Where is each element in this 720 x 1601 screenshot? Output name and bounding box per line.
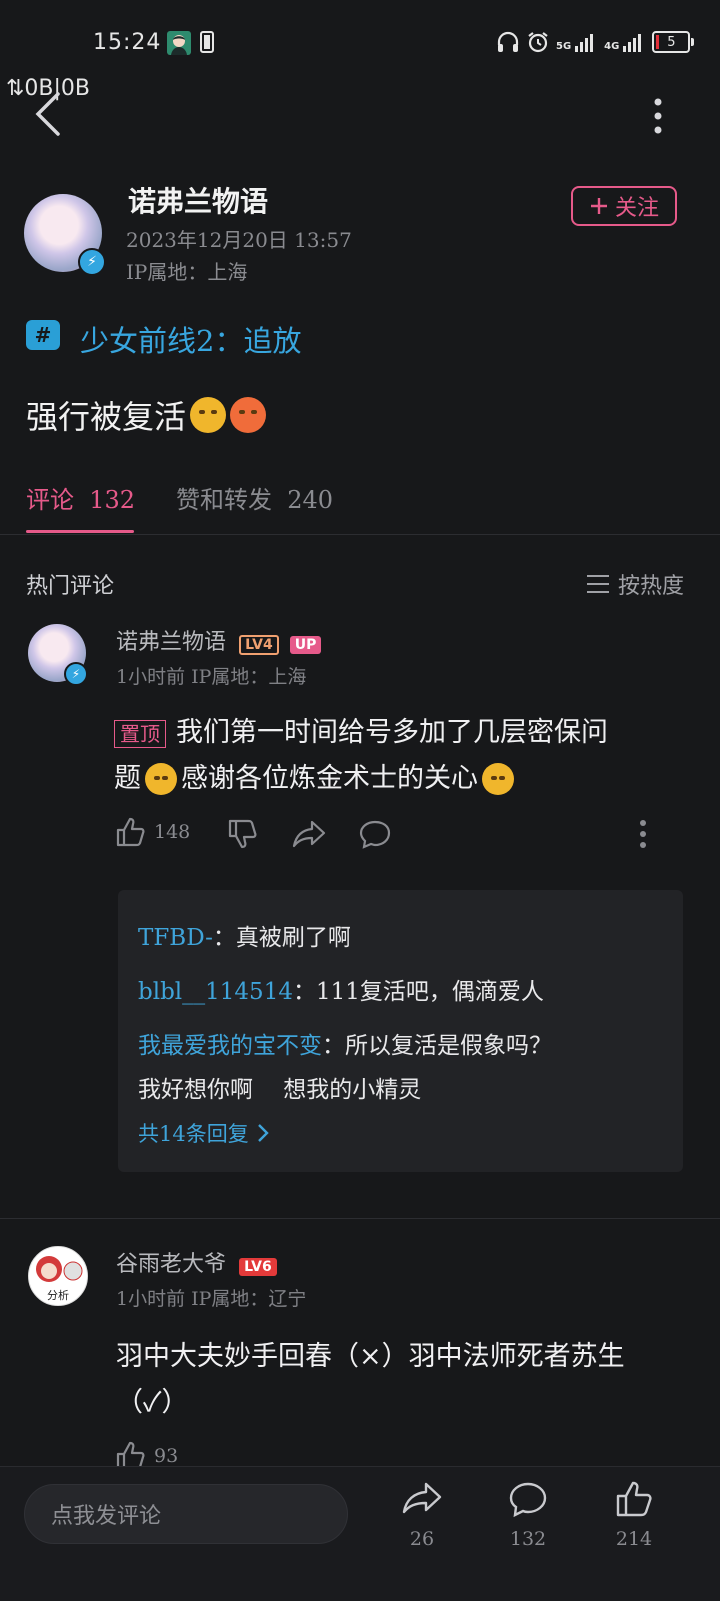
comment-more-button[interactable] bbox=[636, 818, 650, 850]
like-post-button[interactable]: 214 bbox=[594, 1480, 674, 1550]
status-app-avatar-icon bbox=[167, 31, 191, 55]
share-icon bbox=[402, 1482, 442, 1514]
comment-text: 置顶 我们第一时间给号多加了几层密保问 题 感谢各位炼金术士的关心 bbox=[114, 717, 608, 795]
up-badge: UP bbox=[289, 635, 322, 654]
post-text: 强行被复活 bbox=[26, 392, 267, 438]
like-count: 148 bbox=[154, 821, 191, 843]
follow-label: 关注 bbox=[614, 196, 659, 221]
doge-emoji-icon bbox=[190, 397, 227, 433]
reply-item: blbl__114514：111复活吧，偶滴爱人 bbox=[138, 979, 544, 1005]
topic-hashtag-icon: # bbox=[26, 320, 60, 350]
signal-4g-icon: 4G bbox=[604, 32, 646, 52]
svg-text:分析: 分析 bbox=[47, 1288, 69, 1302]
doge-rose-emoji-icon bbox=[482, 763, 514, 795]
share-post-button[interactable]: 26 bbox=[382, 1480, 462, 1550]
comment-text: 羽中大夫妙手回春（×）羽中法师死者苏生 （✓） bbox=[116, 1341, 625, 1418]
tab-active-indicator bbox=[26, 530, 134, 533]
view-all-replies-link[interactable]: 共14条回复 bbox=[138, 1118, 269, 1148]
comment-bubble-icon bbox=[509, 1482, 547, 1518]
follow-button[interactable]: 关注 bbox=[571, 186, 677, 226]
reply-username[interactable]: 我最爱我的宝不变 bbox=[138, 1033, 322, 1059]
back-button[interactable] bbox=[34, 92, 62, 136]
level-badge: LV6 bbox=[239, 1257, 277, 1276]
signal-5g-icon: 5G bbox=[556, 32, 598, 52]
verified-icon: ⚡ bbox=[64, 662, 88, 686]
comment-meta: 1小时前 IP属地：上海 bbox=[116, 666, 307, 688]
post-datetime: 2023年12月20日 13:57 bbox=[126, 228, 352, 252]
reply-item: 我最爱我的宝不变：所以复活是假象吗？ 我好想你啊 想我的小精灵 bbox=[138, 1033, 552, 1103]
share-icon bbox=[292, 820, 326, 848]
more-vertical-icon bbox=[640, 820, 646, 848]
comment-input[interactable]: 点我发评论 bbox=[24, 1484, 348, 1544]
share-button[interactable] bbox=[292, 818, 326, 850]
thumbs-down-icon bbox=[228, 819, 257, 849]
like-count: 214 bbox=[615, 1528, 653, 1550]
status-time: 15:24 bbox=[93, 30, 162, 55]
sort-button[interactable]: 按热度 bbox=[586, 568, 684, 600]
reply-username[interactable]: TFBD- bbox=[138, 925, 213, 951]
headphones-icon bbox=[496, 31, 520, 53]
dislike-button[interactable] bbox=[226, 818, 258, 850]
reply-username[interactable]: blbl__114514 bbox=[138, 979, 293, 1005]
thumbs-up-icon bbox=[116, 817, 145, 847]
comment-avatar[interactable]: 分析 bbox=[28, 1246, 88, 1306]
comment-header: 谷雨老大爷 LV6 bbox=[116, 1246, 277, 1278]
level-badge: LV4 bbox=[239, 634, 279, 655]
more-options-button[interactable] bbox=[650, 96, 666, 136]
divider bbox=[0, 534, 720, 535]
comment-username[interactable]: 诺弗兰物语 bbox=[116, 630, 226, 655]
thumbs-up-icon bbox=[616, 1481, 652, 1517]
comment-count: 132 bbox=[509, 1528, 547, 1550]
battery-icon: 5 bbox=[652, 31, 691, 53]
comment-username[interactable]: 谷雨老大爷 bbox=[116, 1252, 226, 1277]
list-icon bbox=[587, 575, 609, 593]
comment-bubble-icon bbox=[359, 820, 391, 849]
blush-emoji-icon bbox=[230, 397, 267, 433]
share-count: 26 bbox=[409, 1528, 435, 1550]
reply-item: TFBD-：真被刷了啊 bbox=[138, 925, 351, 951]
comment-header: 诺弗兰物语 LV4 UP bbox=[116, 624, 322, 656]
topic-link[interactable]: 少女前线2：追放 bbox=[80, 318, 301, 360]
divider bbox=[0, 1218, 720, 1219]
pinned-badge: 置顶 bbox=[114, 719, 166, 748]
like-count: 93 bbox=[154, 1445, 179, 1467]
hot-comments-title: 热门评论 bbox=[26, 574, 115, 599]
tab-likes-reposts[interactable]: 赞和转发 240 bbox=[176, 480, 333, 515]
comment-post-button[interactable]: 132 bbox=[488, 1480, 568, 1550]
post-text-content: 强行被复活 bbox=[26, 398, 187, 436]
plus-icon bbox=[590, 198, 607, 214]
comment-meta: 1小时前 IP属地：辽宁 bbox=[116, 1288, 307, 1310]
author-name[interactable]: 诺弗兰物语 bbox=[128, 180, 268, 220]
post-ip-location: IP属地：上海 bbox=[126, 260, 248, 284]
tab-comments[interactable]: 评论 132 bbox=[26, 480, 135, 515]
doge-emoji-icon bbox=[145, 763, 177, 795]
chevron-right-icon bbox=[257, 1124, 269, 1142]
replies-box[interactable]: TFBD-：真被刷了啊 blbl__114514：111复活吧，偶滴爱人 我最爱… bbox=[118, 890, 683, 1172]
phone-icon bbox=[200, 31, 214, 53]
status-icons: 5G 4G 5 bbox=[496, 30, 695, 54]
verified-icon: ⚡ bbox=[78, 248, 106, 276]
like-button[interactable]: 148 bbox=[114, 816, 190, 848]
reply-button[interactable] bbox=[358, 818, 392, 850]
alarm-icon bbox=[526, 30, 550, 54]
